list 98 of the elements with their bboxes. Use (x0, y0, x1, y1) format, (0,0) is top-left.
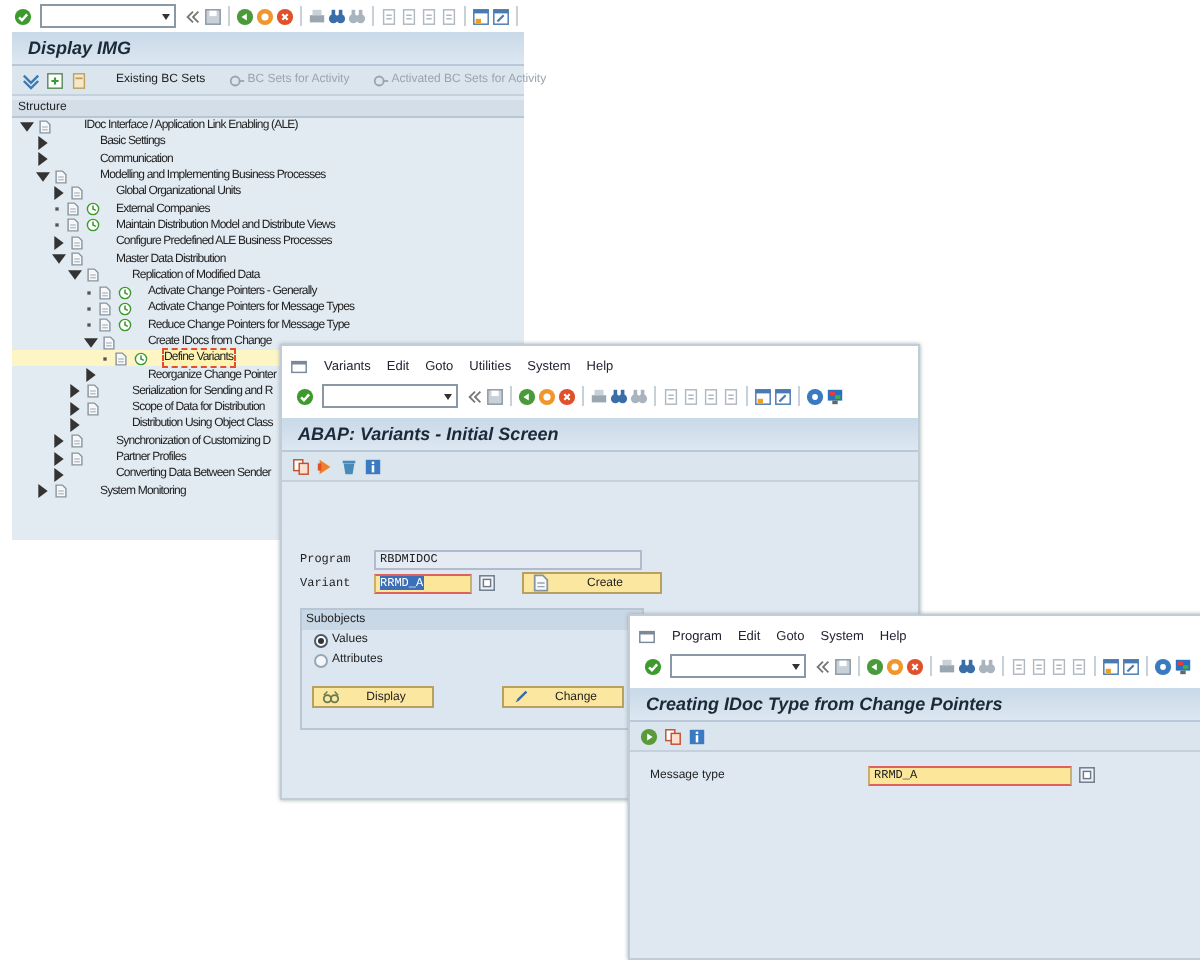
window-icon[interactable] (638, 627, 656, 645)
back-icon[interactable] (866, 657, 884, 675)
print-icon[interactable] (308, 7, 326, 25)
help-icon[interactable] (806, 387, 824, 405)
info-icon[interactable] (364, 457, 382, 475)
expand-arrow-icon[interactable] (84, 368, 98, 383)
radio-button[interactable] (314, 653, 328, 667)
activity-icon[interactable] (86, 218, 100, 233)
copy-icon[interactable] (664, 727, 682, 745)
previous-page-icon[interactable] (1030, 657, 1048, 675)
new-session-icon[interactable] (1102, 657, 1120, 675)
expand-arrow-icon[interactable] (84, 335, 98, 349)
expand-arrow-icon[interactable] (52, 252, 66, 267)
exit-icon[interactable] (538, 387, 556, 405)
exit-icon[interactable] (886, 657, 904, 675)
chevron-icon[interactable] (184, 7, 202, 25)
expand-arrow-icon[interactable] (52, 434, 66, 449)
document-icon[interactable] (98, 301, 112, 316)
save-icon[interactable] (486, 387, 504, 405)
exit-icon[interactable] (256, 7, 274, 25)
enter-icon[interactable] (296, 387, 314, 405)
command-field[interactable] (322, 384, 458, 408)
print-icon[interactable] (938, 657, 956, 675)
layout-icon[interactable] (826, 387, 844, 405)
command-field[interactable] (40, 4, 176, 28)
expand-arrow-icon[interactable] (36, 484, 50, 499)
window-title: Display IMG (28, 38, 132, 58)
command-field[interactable] (670, 654, 806, 678)
chevron-icon[interactable] (814, 657, 832, 675)
expand-arrow-icon[interactable] (68, 417, 82, 432)
document-icon[interactable] (114, 351, 128, 366)
info-icon[interactable] (688, 727, 706, 745)
bullet-icon (100, 353, 110, 364)
first-page-icon[interactable] (380, 7, 398, 25)
cancel-icon[interactable] (906, 657, 924, 675)
expand-arrow-icon[interactable] (52, 185, 66, 200)
layout-icon[interactable] (1174, 657, 1192, 675)
activity-icon[interactable] (118, 285, 132, 300)
glasses-icon (322, 688, 340, 706)
window-title: ABAP: Variants - Initial Screen (298, 424, 559, 444)
enter-icon[interactable] (14, 7, 32, 25)
print-icon[interactable] (590, 387, 608, 405)
back-icon[interactable] (518, 387, 536, 405)
last-page-icon[interactable] (722, 387, 740, 405)
new-session-icon[interactable] (754, 387, 772, 405)
first-page-icon[interactable] (662, 387, 680, 405)
activity-icon[interactable] (118, 318, 132, 333)
radio-button[interactable] (314, 633, 328, 647)
import-icon[interactable] (46, 71, 64, 89)
shortcut-icon[interactable] (774, 387, 792, 405)
clipboard-icon[interactable] (70, 71, 88, 89)
delete-icon[interactable] (340, 457, 358, 475)
help-icon[interactable] (1154, 657, 1172, 675)
back-icon[interactable] (236, 7, 254, 25)
window-title: Creating IDoc Type from Change Pointers (646, 694, 1003, 714)
expand-arrow-icon[interactable] (52, 451, 66, 466)
window-icon[interactable] (290, 357, 308, 375)
find-icon[interactable] (958, 657, 976, 675)
next-page-icon[interactable] (702, 387, 720, 405)
activity-icon[interactable] (86, 202, 100, 217)
last-page-icon[interactable] (1070, 657, 1088, 675)
document-icon[interactable] (98, 285, 112, 300)
expand-arrow-icon[interactable] (36, 152, 50, 167)
execute-icon[interactable] (316, 457, 334, 475)
shortcut-icon[interactable] (492, 7, 510, 25)
expand-arrow-icon[interactable] (68, 384, 82, 399)
save-icon[interactable] (834, 657, 852, 675)
previous-page-icon[interactable] (400, 7, 418, 25)
first-page-icon[interactable] (1010, 657, 1028, 675)
expand-arrow-icon[interactable] (36, 135, 50, 150)
find-icon[interactable] (328, 7, 346, 25)
document-icon (532, 574, 550, 592)
chevron-icon[interactable] (466, 387, 484, 405)
expand-all-icon[interactable] (22, 71, 40, 89)
activity-icon[interactable] (134, 351, 148, 366)
pencil-icon (512, 688, 530, 706)
last-page-icon[interactable] (440, 7, 458, 25)
new-session-icon[interactable] (472, 7, 490, 25)
next-page-icon[interactable] (1050, 657, 1068, 675)
value-help-icon[interactable] (478, 574, 496, 592)
enter-icon[interactable] (644, 657, 662, 675)
save-icon[interactable] (204, 7, 222, 25)
value-help-icon[interactable] (1078, 766, 1096, 784)
expand-arrow-icon[interactable] (36, 169, 50, 184)
cancel-icon[interactable] (276, 7, 294, 25)
expand-arrow-icon[interactable] (52, 235, 66, 250)
next-page-icon[interactable] (420, 7, 438, 25)
execute-icon[interactable] (640, 727, 658, 745)
activity-icon[interactable] (118, 301, 132, 316)
expand-arrow-icon[interactable] (68, 401, 82, 416)
expand-arrow-icon[interactable] (68, 268, 82, 283)
copy-icon[interactable] (292, 457, 310, 475)
previous-page-icon[interactable] (682, 387, 700, 405)
cancel-icon[interactable] (558, 387, 576, 405)
shortcut-icon[interactable] (1122, 657, 1140, 675)
find-icon[interactable] (610, 387, 628, 405)
expand-arrow-icon[interactable] (20, 119, 34, 134)
expand-arrow-icon[interactable] (52, 467, 66, 482)
